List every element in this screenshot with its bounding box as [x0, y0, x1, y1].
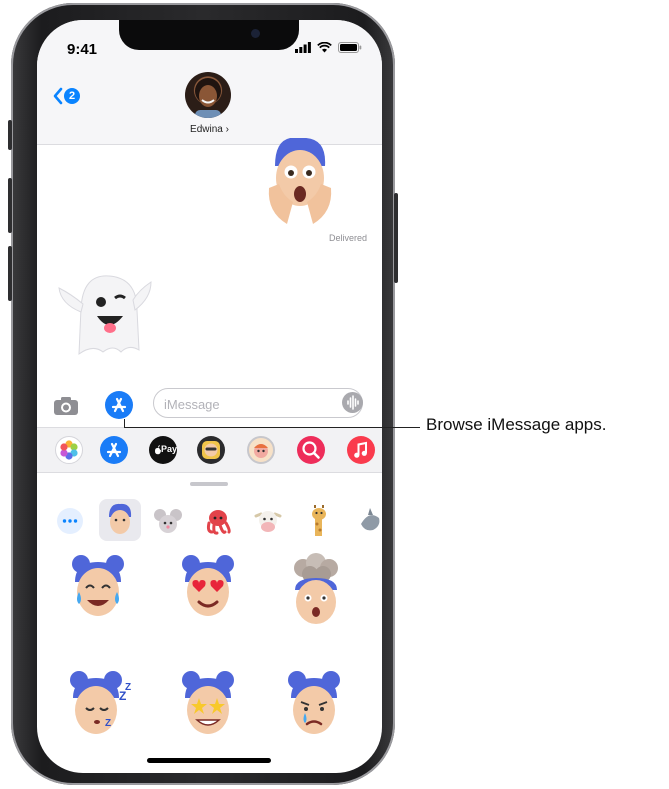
memoji-heart-eyes-sticker[interactable]: [177, 552, 239, 626]
memoji-sad-tear-sticker[interactable]: [283, 668, 345, 750]
magnifier-globe-icon: [302, 441, 320, 459]
shark-icon[interactable]: [355, 506, 382, 536]
delivered-label: Delivered: [328, 233, 367, 243]
music-note-icon: [354, 441, 367, 458]
contact-avatar[interactable]: [185, 72, 231, 118]
volume-up-button: [8, 178, 12, 233]
back-button[interactable]: 2: [53, 87, 80, 105]
home-indicator[interactable]: [147, 758, 271, 763]
iphone-frame: 2 Edwina › 9:41 Delivered iMessage Pay Z…: [8, 3, 398, 785]
memoji-head-icon: [109, 503, 132, 534]
battery-icon: [338, 42, 362, 53]
notch: [119, 20, 299, 50]
received-ghost-sticker[interactable]: [53, 268, 157, 356]
memoji-stickers-app-button[interactable]: [197, 436, 225, 464]
memoji-face-icon: [202, 441, 220, 459]
side-button: [394, 193, 398, 283]
waveform-icon: [347, 395, 359, 410]
photos-flower-icon: [60, 440, 78, 460]
photos-app-button[interactable]: [55, 436, 83, 464]
wifi-icon: [317, 42, 332, 53]
animoji-app-button[interactable]: [247, 436, 275, 464]
memoji-sleeping-sticker[interactable]: Z Z Z: [67, 668, 137, 750]
volume-down-button: [8, 246, 12, 301]
unread-badge: 2: [64, 88, 80, 104]
phone-screen: 2 Edwina › 9:41 Delivered iMessage Pay Z…: [37, 20, 382, 773]
app-store-button[interactable]: [105, 391, 133, 419]
memoji-mind-blown-sticker[interactable]: [283, 552, 349, 632]
octopus-icon[interactable]: [203, 506, 233, 536]
memoji-laughing-tears-sticker[interactable]: [67, 552, 129, 626]
audio-record-button[interactable]: [342, 392, 363, 413]
sent-memoji-sticker[interactable]: [265, 138, 335, 230]
chevron-left-icon: [53, 87, 63, 105]
cow-icon[interactable]: [253, 506, 283, 536]
camera-icon[interactable]: [53, 396, 79, 416]
images-search-app-button[interactable]: [297, 436, 325, 464]
giraffe-icon[interactable]: [303, 504, 333, 538]
camera-dot: [251, 29, 260, 38]
ellipsis-icon: [62, 519, 78, 523]
mouse-icon[interactable]: [153, 506, 183, 536]
contact-name[interactable]: Edwina ›: [37, 124, 382, 135]
animoji-face-icon: [254, 444, 268, 458]
sticker-category-picker: [37, 498, 382, 544]
app-store-icon: [111, 397, 127, 413]
more-categories-button[interactable]: [57, 508, 83, 534]
svg-text:Z: Z: [125, 682, 131, 693]
status-icons: [295, 42, 362, 53]
callout-label: Browse iMessage apps.: [426, 415, 607, 434]
app-drawer: Pay: [37, 427, 382, 473]
music-app-button[interactable]: [347, 436, 375, 464]
svg-text:Z: Z: [105, 718, 111, 729]
memoji-star-struck-sticker[interactable]: [177, 668, 239, 750]
app-store-icon: [106, 442, 122, 458]
apple-pay-label: Pay: [161, 444, 178, 454]
status-time: 9:41: [67, 41, 98, 58]
person-photo-icon: [195, 78, 221, 118]
cellular-signal-icon: [295, 42, 311, 53]
imessage-input[interactable]: iMessage: [153, 388, 363, 418]
drawer-grabber[interactable]: [190, 482, 228, 486]
mute-switch: [8, 120, 12, 150]
callout-leader-line: [124, 427, 420, 428]
app-store-app-button[interactable]: [100, 436, 128, 464]
message-composer: iMessage: [37, 388, 382, 424]
category-memoji-selected[interactable]: [99, 499, 141, 541]
apple-pay-app-button[interactable]: Pay: [149, 436, 177, 464]
